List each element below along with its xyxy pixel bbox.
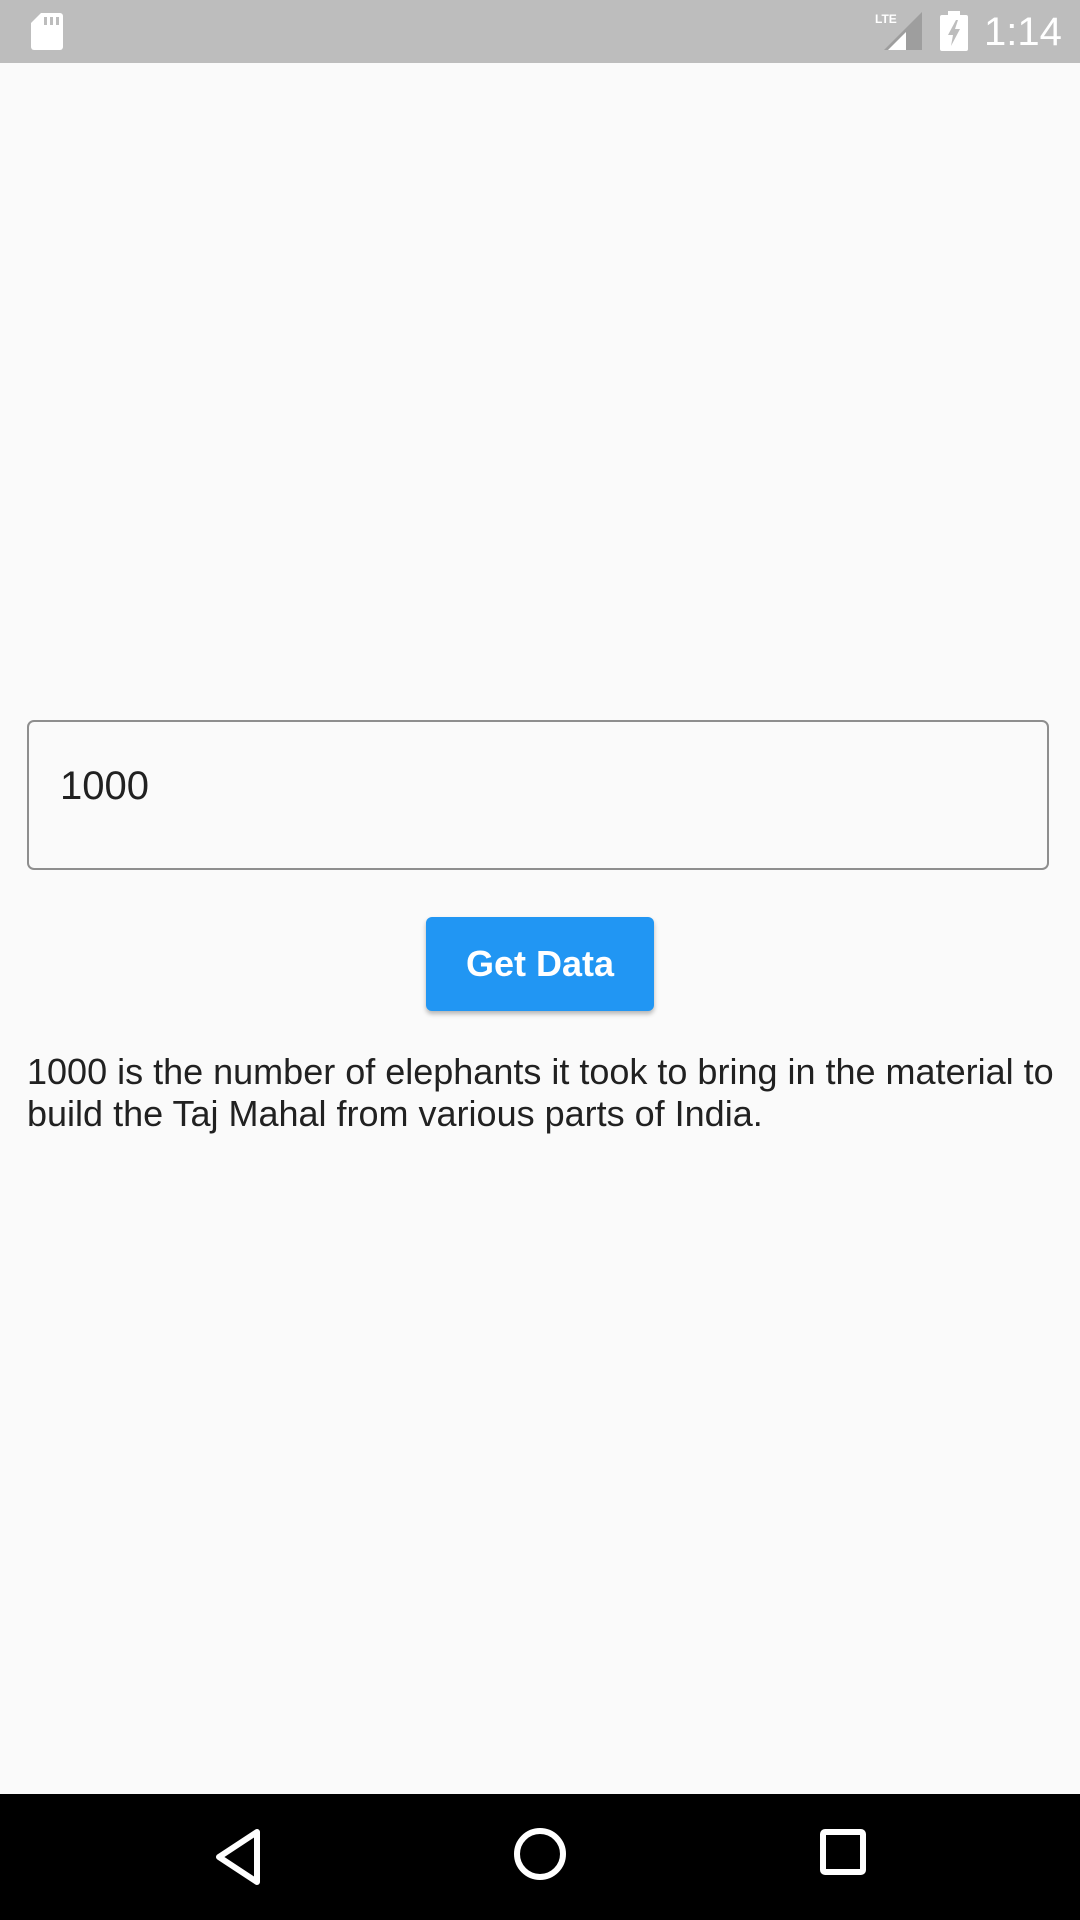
get-data-button[interactable]: Get Data (426, 917, 654, 1011)
battery-charging-icon (940, 11, 968, 51)
status-time: 1:14 (984, 10, 1062, 54)
number-input-value: 1000 (60, 764, 149, 808)
back-icon[interactable] (213, 1827, 263, 1887)
home-icon[interactable] (513, 1827, 567, 1881)
status-bar: LTE 1:14 (0, 0, 1080, 63)
network-label: LTE (875, 12, 897, 26)
recents-icon[interactable] (820, 1829, 866, 1875)
lte-signal-icon: LTE (875, 12, 922, 50)
sd-card-icon (31, 13, 63, 50)
result-text: 1000 is the number of elephants it took … (27, 1051, 1054, 1134)
app-screen: LTE 1:14 1000 Get Data 1000 is the numbe… (0, 0, 1080, 1920)
navigation-bar (0, 1794, 1080, 1920)
number-input-field[interactable]: 1000 (27, 720, 1049, 870)
